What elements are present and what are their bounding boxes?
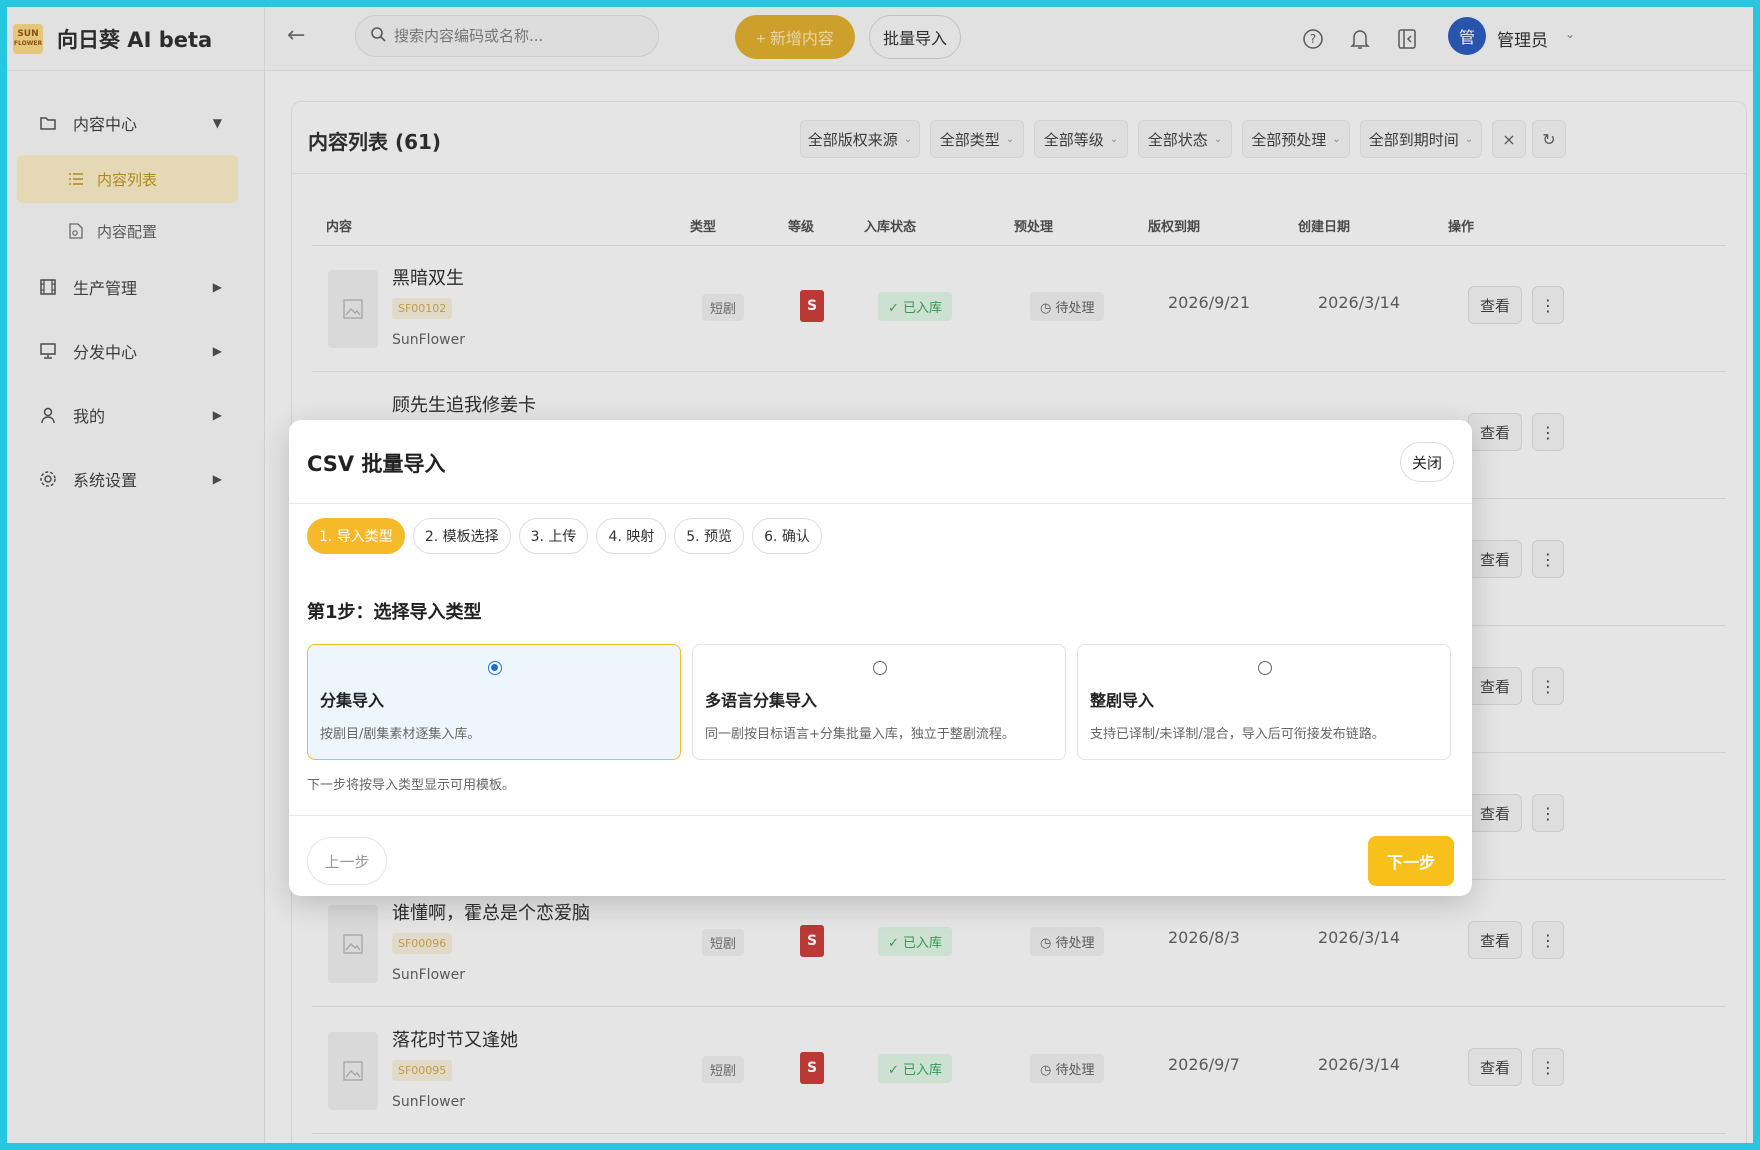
next-step-button[interactable]: 下一步 <box>1368 836 1454 886</box>
close-button[interactable]: 关闭 <box>1400 442 1454 482</box>
divider <box>289 815 1472 816</box>
csv-import-modal: CSV 批量导入 关闭 1. 导入类型 2. 模板选择 3. 上传 4. 映射 … <box>289 420 1472 896</box>
step-mapping[interactable]: 4. 映射 <box>596 518 667 554</box>
stepper: 1. 导入类型 2. 模板选择 3. 上传 4. 映射 5. 预览 6. 确认 <box>307 518 822 554</box>
option-desc: 按剧目/剧集素材逐集入库。 <box>320 727 481 742</box>
option-title: 分集导入 <box>320 691 385 710</box>
option-desc: 支持已译制/未译制/混合，导入后可衔接发布链路。 <box>1090 727 1385 742</box>
option-title: 多语言分集导入 <box>705 691 818 710</box>
hint-text: 下一步将按导入类型显示可用模板。 <box>307 778 516 793</box>
prev-step-button[interactable]: 上一步 <box>307 837 387 885</box>
step-preview[interactable]: 5. 预览 <box>674 518 745 554</box>
step-import-type[interactable]: 1. 导入类型 <box>307 518 405 554</box>
option-multilang-import[interactable]: 多语言分集导入 同一剧按目标语言+分集批量入库，独立于整剧流程。 <box>692 644 1066 760</box>
option-desc: 同一剧按目标语言+分集批量入库，独立于整剧流程。 <box>705 727 1015 742</box>
radio-unselected[interactable] <box>873 661 887 675</box>
modal-header: CSV 批量导入 关闭 <box>289 420 1472 504</box>
step-template[interactable]: 2. 模板选择 <box>412 518 511 554</box>
radio-selected[interactable] <box>488 661 502 675</box>
section-title: 第1步：选择导入类型 <box>307 602 482 623</box>
radio-unselected[interactable] <box>1258 661 1272 675</box>
option-full-series-import[interactable]: 整剧导入 支持已译制/未译制/混合，导入后可衔接发布链路。 <box>1077 644 1451 760</box>
step-upload[interactable]: 3. 上传 <box>518 518 589 554</box>
app-window: SUN FLOWER 向日葵 AI beta 内容中心 ▼ 内容列表 内容配置 … <box>7 7 1753 1143</box>
step-confirm[interactable]: 6. 确认 <box>752 518 822 554</box>
option-episode-import[interactable]: 分集导入 按剧目/剧集素材逐集入库。 <box>307 644 681 760</box>
modal-title: CSV 批量导入 <box>307 452 446 476</box>
option-title: 整剧导入 <box>1090 691 1155 710</box>
